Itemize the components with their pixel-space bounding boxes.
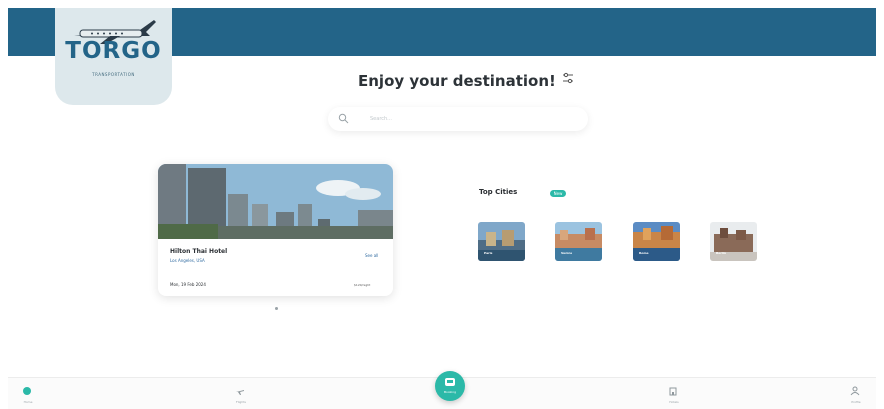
city-image xyxy=(555,222,602,261)
plane-icon xyxy=(236,390,244,395)
nav-label: Hotels xyxy=(669,400,679,404)
hotel-image xyxy=(158,164,393,239)
hotel-name: Hilton Thai Hotel xyxy=(170,248,228,255)
user-icon xyxy=(850,386,860,396)
search-input[interactable] xyxy=(370,111,570,127)
see-all-link[interactable]: See all xyxy=(365,253,378,258)
nav-item-hotels[interactable]: Hotels xyxy=(654,378,694,409)
logo-wordmark: TORGO xyxy=(65,38,162,64)
city-card[interactable]: Rome xyxy=(633,222,680,261)
carousel-dot[interactable] xyxy=(275,307,278,310)
booking-label: Booking xyxy=(443,390,457,394)
city-image xyxy=(710,222,757,261)
nav-item-home[interactable]: Home xyxy=(8,378,48,409)
search-bar[interactable] xyxy=(328,107,588,131)
nav-item-flights[interactable]: Flights xyxy=(221,378,261,409)
filter-icon[interactable] xyxy=(561,71,575,85)
app-page: TORGO TRANSPORTATION Enjoy your destinat… xyxy=(0,0,884,409)
hotel-card[interactable]: Hilton Thai Hotel Los Angeles, USA See a… xyxy=(158,164,393,296)
city-card[interactable]: Paris xyxy=(478,222,525,261)
hotel-location: Los Angeles, USA xyxy=(170,258,205,263)
city-card[interactable]: Venice xyxy=(555,222,602,261)
city-label: Berlin xyxy=(716,251,726,255)
hotel-price: $120/night xyxy=(354,283,371,287)
building-icon xyxy=(669,387,677,396)
home-icon xyxy=(23,387,31,395)
nav-item-profile[interactable]: Profile xyxy=(836,378,876,409)
search-icon xyxy=(338,113,349,124)
city-label: Rome xyxy=(639,251,649,255)
city-image xyxy=(633,222,680,261)
nav-label: Profile xyxy=(851,400,861,404)
bus-icon xyxy=(445,378,455,386)
city-label: Paris xyxy=(484,251,493,255)
city-image xyxy=(478,222,525,261)
logo[interactable]: TORGO TRANSPORTATION xyxy=(55,8,172,105)
booking-button[interactable]: Booking xyxy=(435,371,465,401)
nav-label: Home xyxy=(23,400,33,404)
page-title: Enjoy your destination! xyxy=(358,72,556,90)
top-cities-badge[interactable]: New xyxy=(550,190,566,197)
logo-tagline: TRANSPORTATION xyxy=(92,72,135,77)
nav-label: Flights xyxy=(236,400,246,404)
top-cities-title: Top Cities xyxy=(479,188,518,196)
city-label: Venice xyxy=(561,251,573,255)
hotel-date: Mon, 19 Feb 2024 xyxy=(170,282,206,287)
city-card[interactable]: Berlin xyxy=(710,222,757,261)
